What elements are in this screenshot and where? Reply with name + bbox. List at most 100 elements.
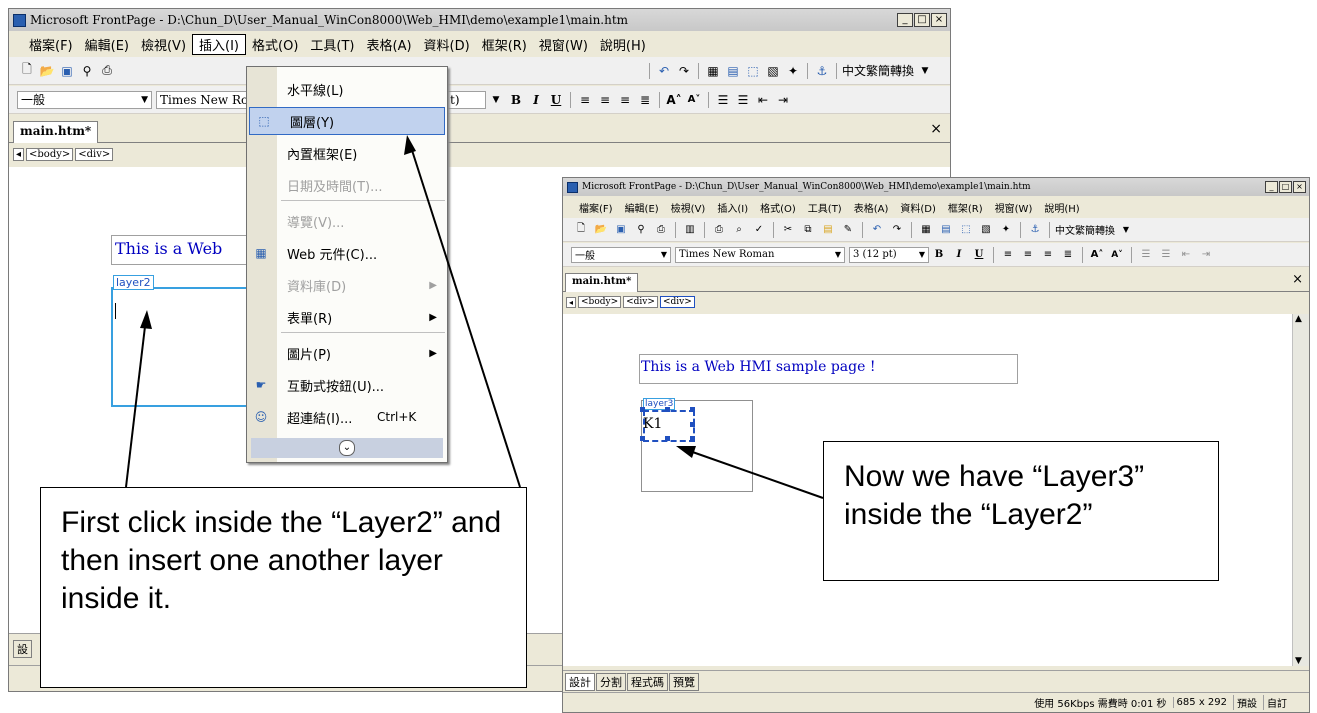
insert-picture-icon[interactable]: ▧ — [764, 62, 782, 80]
doc-mode-custom[interactable]: 自訂 — [1263, 695, 1287, 710]
maximize-button[interactable]: □ — [914, 13, 930, 27]
menu-data[interactable]: 資料(D) — [894, 200, 942, 215]
scroll-left-icon[interactable]: ◂ — [13, 147, 25, 161]
close-icon[interactable]: × — [1292, 272, 1303, 287]
insert-picture-icon[interactable]: ▧ — [977, 221, 995, 239]
menu-tools[interactable]: 工具(T) — [802, 200, 848, 215]
align-center-icon[interactable]: ≡ — [596, 91, 614, 109]
increase-font-icon[interactable]: A˄ — [1088, 246, 1106, 264]
insert-menu-item[interactable]: ☺ 超連結(I)... Ctrl+K — [247, 403, 447, 431]
insert-table-icon[interactable]: ▤ — [724, 62, 742, 80]
justify-icon[interactable]: ≣ — [636, 91, 654, 109]
insert-table-icon[interactable]: ▤ — [937, 221, 955, 239]
tab-design[interactable]: 設 — [13, 639, 32, 658]
menu-help[interactable]: 說明(H) — [1038, 200, 1085, 215]
insert-menu-item[interactable]: 表單(R) ▶ — [247, 303, 447, 331]
print-icon[interactable]: ⎙ — [98, 62, 116, 80]
resize-handle[interactable] — [665, 407, 670, 412]
resize-handle[interactable] — [640, 407, 645, 412]
new-page-icon[interactable]: 🗋 — [572, 221, 590, 239]
find-icon[interactable]: ⚲ — [78, 62, 96, 80]
increase-indent-icon[interactable]: ⇥ — [774, 91, 792, 109]
drawing-icon[interactable]: ✦ — [997, 221, 1015, 239]
doc-mode-default[interactable]: 預設 — [1233, 695, 1257, 710]
maximize-button[interactable]: □ — [1279, 181, 1292, 193]
menu-file[interactable]: 檔案(F) — [573, 200, 619, 215]
bulleted-list-icon[interactable]: ☰ — [734, 91, 752, 109]
chevron-down-icon[interactable]: ▼ — [1117, 221, 1135, 239]
open-folder-icon[interactable]: 📂 — [592, 221, 610, 239]
underline-icon[interactable]: U — [970, 246, 988, 264]
layer2-box[interactable] — [111, 287, 265, 407]
undo-icon[interactable]: ↶ — [868, 221, 886, 239]
align-right-icon[interactable]: ≡ — [1039, 246, 1057, 264]
redo-icon[interactable]: ↷ — [888, 221, 906, 239]
insert-menu-item[interactable]: 圖片(P) ▶ — [247, 339, 447, 367]
italic-icon[interactable]: I — [950, 246, 968, 264]
minimize-button[interactable]: _ — [897, 13, 913, 27]
resize-handle[interactable] — [665, 436, 670, 441]
drawing-icon[interactable]: ✦ — [784, 62, 802, 80]
chevron-down-icon[interactable]: ▼ — [916, 62, 934, 80]
numbered-list-icon[interactable]: ☰ — [714, 91, 732, 109]
italic-icon[interactable]: I — [527, 91, 545, 109]
publish-icon[interactable]: ▥ — [681, 221, 699, 239]
menu-view[interactable]: 檢視(V) — [665, 200, 712, 215]
bulleted-list-icon[interactable]: ☰ — [1157, 246, 1175, 264]
style-select[interactable]: 一般 ▼ — [571, 246, 671, 263]
new-page-icon[interactable]: 🗋 — [18, 62, 36, 80]
align-left-icon[interactable]: ≡ — [999, 246, 1017, 264]
chinese-conversion-button[interactable]: 中文繁簡轉換 — [842, 62, 914, 80]
print-icon[interactable]: ⎙ — [652, 221, 670, 239]
tab-main-htm[interactable]: main.htm* — [565, 273, 639, 292]
format-painter-icon[interactable]: ✎ — [839, 221, 857, 239]
menu-format[interactable]: 格式(O) — [246, 35, 304, 54]
tag-body[interactable]: <body> — [578, 296, 622, 308]
size-select[interactable]: t) — [446, 90, 486, 109]
save-icon[interactable]: ▣ — [58, 62, 76, 80]
menu-file[interactable]: 檔案(F) — [23, 35, 79, 54]
undo-icon[interactable]: ↶ — [655, 62, 673, 80]
tag-body[interactable]: <body> — [26, 147, 74, 161]
decrease-indent-icon[interactable]: ⇤ — [754, 91, 772, 109]
style-select[interactable]: 一般 ▼ — [17, 90, 152, 109]
tab-design[interactable]: 設計 — [565, 672, 595, 691]
title-bar[interactable]: Microsoft FrontPage - D:\Chun_D\User_Man… — [9, 9, 950, 31]
increase-indent-icon[interactable]: ⇥ — [1197, 246, 1215, 264]
menu-view[interactable]: 檢視(V) — [135, 35, 192, 54]
save-icon[interactable]: ▣ — [612, 221, 630, 239]
insert-menu-item[interactable]: ▦ Web 元件(C)... — [247, 239, 447, 267]
scroll-down-icon[interactable]: ▼ — [1295, 656, 1302, 666]
redo-icon[interactable]: ↷ — [675, 62, 693, 80]
align-left-icon[interactable]: ≡ — [576, 91, 594, 109]
menu-edit[interactable]: 編輯(E) — [79, 35, 135, 54]
underline-icon[interactable]: U — [547, 91, 565, 109]
close-button[interactable]: × — [931, 13, 947, 27]
close-icon[interactable]: × — [930, 121, 942, 137]
font-select[interactable]: Times New Roman ▼ — [675, 246, 845, 263]
cut-icon[interactable]: ✂ — [779, 221, 797, 239]
tag-div[interactable]: <div> — [623, 296, 658, 308]
insert-menu-item[interactable]: 水平線(L) — [247, 75, 447, 103]
scroll-left-icon[interactable]: ◂ — [566, 296, 577, 308]
resize-handle[interactable] — [690, 422, 695, 427]
close-button[interactable]: × — [1293, 181, 1306, 193]
resize-handle[interactable] — [690, 407, 695, 412]
bookmark-icon[interactable]: ⚓ — [813, 62, 831, 80]
insert-layer-icon[interactable]: ⬚ — [744, 62, 762, 80]
tab-preview[interactable]: 預覽 — [669, 672, 699, 691]
resize-handle[interactable] — [690, 436, 695, 441]
insert-menu-item[interactable]: ⬚ 圖層(Y) — [249, 107, 445, 135]
find-icon[interactable]: ⚲ — [632, 221, 650, 239]
insert-menu-item[interactable]: ☛ 互動式按鈕(U)... — [247, 371, 447, 399]
align-center-icon[interactable]: ≡ — [1019, 246, 1037, 264]
numbered-list-icon[interactable]: ☰ — [1137, 246, 1155, 264]
print-preview-icon[interactable]: ⎙ — [710, 221, 728, 239]
tag-div[interactable]: <div> — [75, 147, 114, 161]
bold-icon[interactable]: B — [930, 246, 948, 264]
paste-icon[interactable]: ▤ — [819, 221, 837, 239]
menu-help[interactable]: 說明(H) — [594, 35, 652, 54]
bookmark-icon[interactable]: ⚓ — [1026, 221, 1044, 239]
menu-insert[interactable]: 插入(I) — [711, 200, 754, 215]
tab-code[interactable]: 程式碼 — [627, 672, 668, 691]
